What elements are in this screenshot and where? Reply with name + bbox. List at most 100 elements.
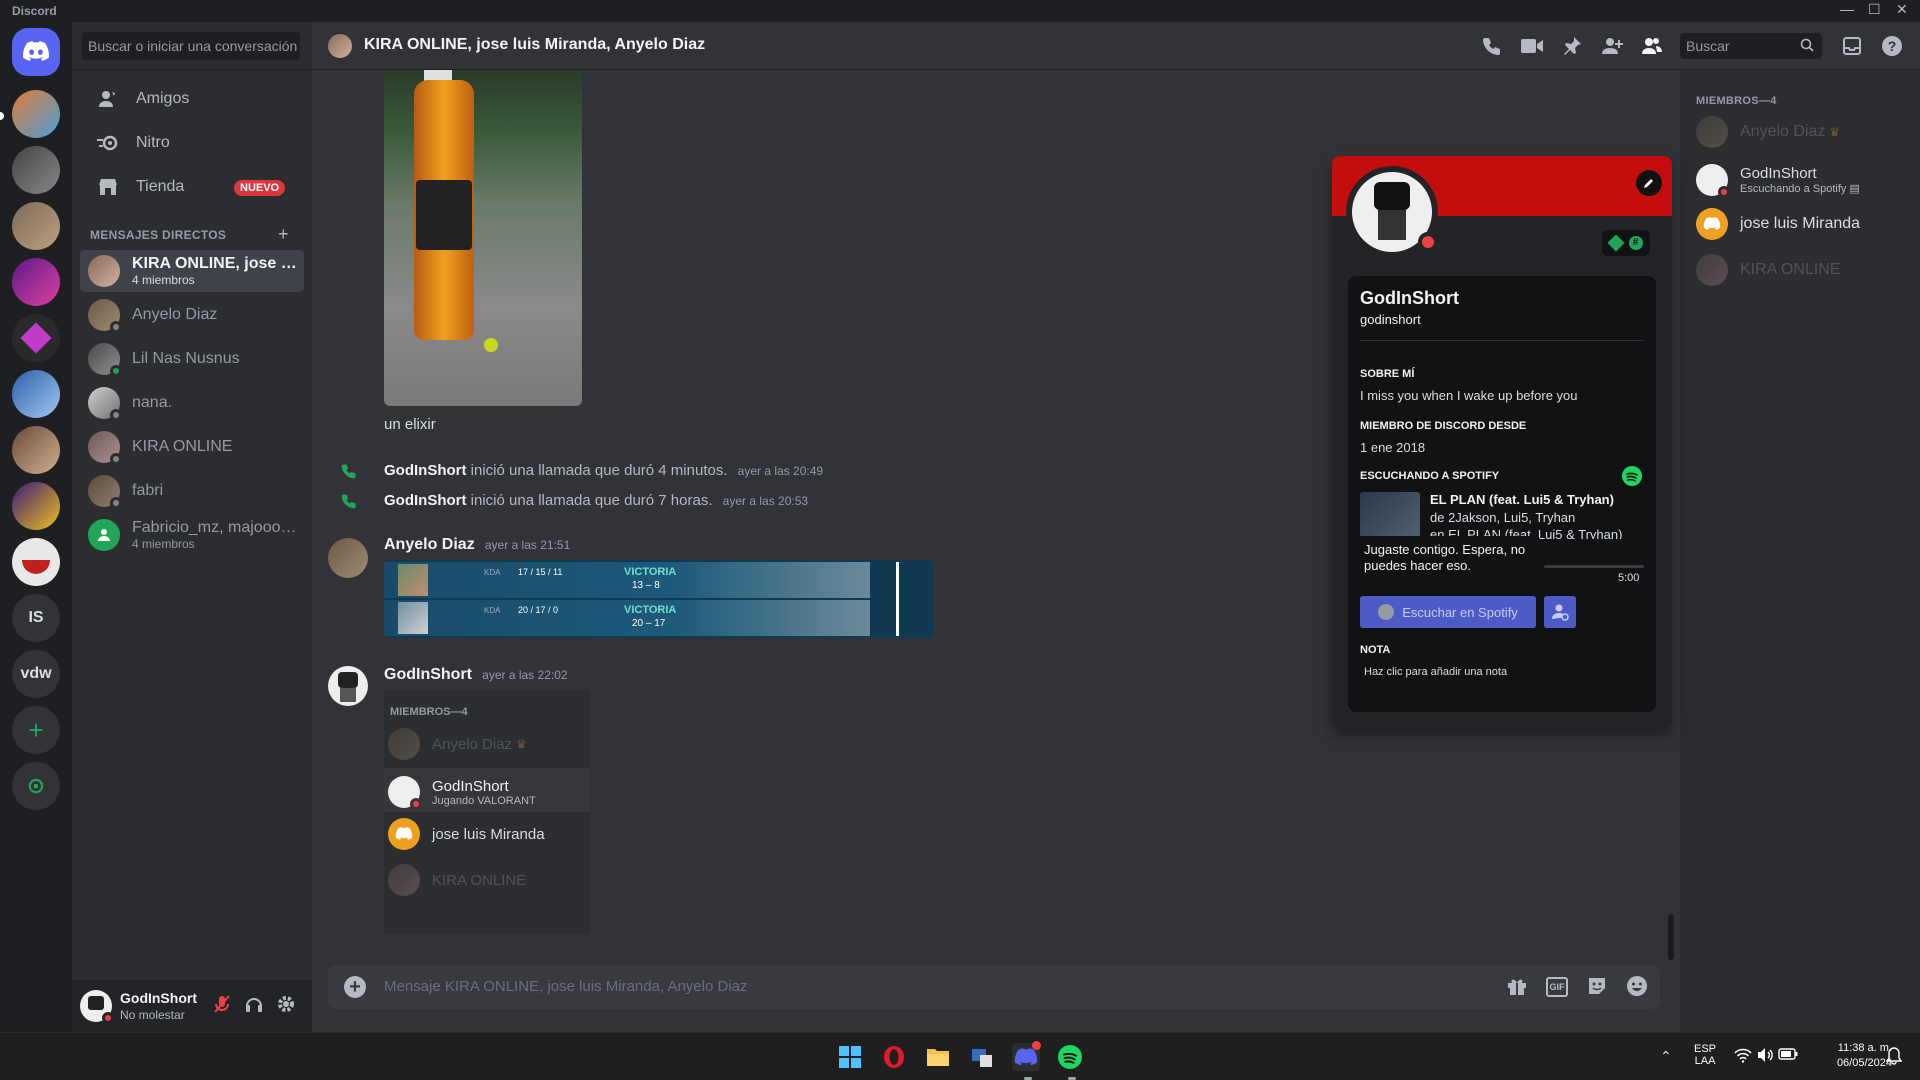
dm-item[interactable]: KIRA ONLINE — [80, 426, 304, 468]
song-artist[interactable]: de 2Jakson, Lui5, Tryhan — [1430, 510, 1575, 525]
badge-icon[interactable] — [1607, 234, 1624, 252]
avatar[interactable] — [80, 990, 114, 1024]
server-initials[interactable]: vdw — [12, 650, 60, 698]
server-avatar[interactable] — [12, 314, 60, 362]
window-titlebar: Discord — ☐ ✕ — [0, 0, 1920, 22]
clock[interactable]: 11:38 a. m. 06/05/2024 — [1808, 1042, 1892, 1069]
server-avatar[interactable] — [12, 482, 60, 530]
headset-icon[interactable] — [244, 994, 268, 1018]
dm-item-group[interactable]: Fabricio_mz, majooo, ... 4 miembros — [80, 514, 304, 556]
message-input[interactable]: Mensaje KIRA ONLINE, jose luis Miranda, … — [384, 978, 748, 995]
language-indicator[interactable]: ESP LAA — [1694, 1043, 1716, 1067]
battery-icon[interactable] — [1778, 1047, 1800, 1067]
message-author[interactable]: GodInShort — [384, 462, 467, 479]
server-avatar[interactable] — [12, 146, 60, 194]
server-avatar[interactable] — [12, 202, 60, 250]
gift-icon[interactable] — [1506, 975, 1530, 999]
status-dnd-icon — [1718, 186, 1730, 198]
mute-mic-icon[interactable] — [212, 994, 236, 1018]
server-avatar[interactable] — [12, 90, 60, 138]
user-name: GodInShort — [120, 990, 197, 1006]
avatar — [388, 728, 420, 760]
nav-nitro[interactable]: Nitro — [80, 122, 304, 164]
song-title[interactable]: EL PLAN (feat. Lui5 & Tryhan) — [1430, 492, 1614, 507]
settings-gear-icon[interactable] — [276, 994, 300, 1018]
server-avatar[interactable] — [12, 258, 60, 306]
user-profile-popout: # GodInShort godinshort SOBRE MÍ I miss … — [1332, 156, 1672, 728]
status-offline-icon — [110, 453, 122, 465]
chevron-up-icon[interactable]: ⌃ — [1660, 1048, 1672, 1065]
create-dm-button[interactable]: + — [278, 224, 289, 245]
spotify-taskbar-icon[interactable] — [1056, 1043, 1084, 1071]
dm-item[interactable]: Anyelo Diaz — [80, 294, 304, 336]
nav-friends[interactable]: Amigos — [80, 78, 304, 120]
member-name: KIRA ONLINE — [1740, 261, 1841, 278]
dm-item[interactable]: nana. — [80, 382, 304, 424]
dm-name: Lil Nas Nusnus — [132, 350, 240, 367]
avatar[interactable] — [328, 538, 368, 578]
attached-photo[interactable] — [384, 70, 582, 406]
avatar[interactable] — [328, 666, 368, 706]
timestamp: ayer a las 22:02 — [482, 668, 568, 682]
match-history-image[interactable]: KDA 17 / 15 / 11 VICTORIA 13 – 8 KDA 20 … — [384, 560, 934, 638]
add-server-button[interactable]: + — [12, 706, 60, 754]
server-avatar[interactable] — [12, 370, 60, 418]
pinned-messages-icon[interactable] — [1560, 34, 1584, 58]
message-author[interactable]: GodInShort — [384, 666, 472, 683]
member-item[interactable]: KIRA ONLINE — [1688, 248, 1912, 292]
member-item[interactable]: Anyelo Diaz ♛ — [1688, 110, 1912, 154]
member-item[interactable]: jose luis Miranda — [1688, 202, 1912, 246]
server-avatar[interactable] — [12, 538, 60, 586]
album-art[interactable] — [1360, 492, 1420, 538]
match-result: VICTORIA — [624, 566, 677, 578]
clock-date: 06/05/2024 — [1836, 1057, 1892, 1069]
inbox-icon[interactable] — [1840, 34, 1864, 58]
app-icon[interactable] — [968, 1043, 996, 1071]
dm-item[interactable]: fabri — [80, 470, 304, 512]
dm-item-group[interactable]: KIRA ONLINE, jose lui... 4 miembros — [80, 250, 304, 292]
gif-button[interactable]: GIF — [1546, 977, 1568, 997]
note-input[interactable]: Haz clic para añadir una nota — [1364, 666, 1507, 678]
dm-search-input[interactable]: Buscar o iniciar una conversación — [82, 32, 300, 60]
notifications-bell-icon[interactable] — [1885, 1047, 1906, 1067]
avatar — [1696, 116, 1728, 148]
listen-along-icon[interactable] — [1544, 596, 1576, 628]
message-author[interactable]: Anyelo Diaz — [384, 536, 475, 553]
match-result: VICTORIA — [624, 604, 677, 616]
file-explorer-icon[interactable] — [924, 1043, 952, 1071]
avatar — [88, 299, 122, 333]
add-friends-to-dm-icon[interactable] — [1600, 34, 1624, 58]
explore-servers-icon[interactable]: ⊙ — [12, 762, 60, 810]
video-call-icon[interactable] — [1520, 34, 1544, 58]
server-initials[interactable]: IS — [12, 594, 60, 642]
edit-profile-pencil-icon[interactable] — [1636, 170, 1662, 196]
message-author[interactable]: GodInShort — [384, 492, 467, 509]
server-avatar[interactable] — [12, 426, 60, 474]
match-score: 13 – 8 — [632, 580, 660, 591]
chat-scrollbar[interactable] — [1668, 914, 1674, 960]
wifi-icon[interactable] — [1734, 1047, 1754, 1067]
new-badge: NUEVO — [234, 180, 286, 196]
keyboard-layout: LAA — [1694, 1055, 1716, 1067]
volume-icon[interactable] — [1756, 1047, 1776, 1067]
help-icon[interactable]: ? — [1880, 34, 1904, 58]
nitro-icon — [96, 131, 120, 155]
close-button[interactable]: ✕ — [1896, 1, 1908, 18]
dm-item[interactable]: Lil Nas Nusnus — [80, 338, 304, 380]
user-status: No molestar — [120, 1008, 185, 1022]
member-list-icon[interactable] — [1640, 34, 1664, 58]
attach-plus-icon[interactable]: + — [344, 976, 366, 998]
shop-icon — [96, 175, 120, 199]
windows-start-icon[interactable] — [836, 1043, 864, 1071]
hashtag-badge-icon[interactable]: # — [1628, 236, 1643, 250]
listen-on-spotify-button[interactable]: Escuchar en Spotify — [1360, 596, 1536, 628]
discord-home-icon[interactable] — [12, 28, 60, 76]
voice-call-icon[interactable] — [1480, 34, 1504, 58]
maximize-button[interactable]: ☐ — [1868, 1, 1881, 18]
sticker-icon[interactable] — [1586, 975, 1610, 999]
member-item[interactable]: GodInShort Escuchando a Spotify ▤ — [1688, 158, 1912, 202]
opera-browser-icon[interactable] — [880, 1043, 908, 1071]
emoji-icon[interactable] — [1626, 975, 1650, 999]
message-composer[interactable]: + Mensaje KIRA ONLINE, jose luis Miranda… — [328, 965, 1660, 1009]
minimize-button[interactable]: — — [1840, 1, 1854, 17]
